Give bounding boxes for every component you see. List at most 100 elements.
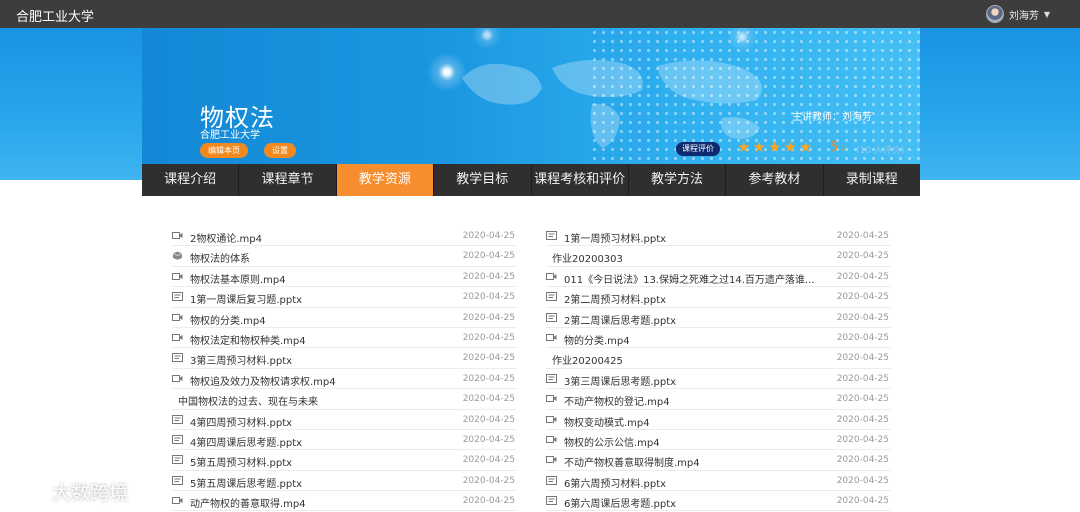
resource-row[interactable]: 4第四周预习材料.pptx 2020-04-25	[172, 410, 517, 430]
video-icon	[546, 394, 557, 403]
video-icon	[172, 272, 183, 281]
video-icon	[546, 333, 557, 342]
resource-row[interactable]: 动产物权的善意取得.mp4 2020-04-25	[172, 491, 517, 512]
user-menu[interactable]: 刘海芳 ▼	[985, 5, 1050, 23]
resource-name-link[interactable]: 2第二周课后思考题.pptx	[564, 312, 834, 327]
video-icon	[172, 374, 183, 383]
resource-name-link[interactable]: 物权的分类.mp4	[190, 312, 460, 327]
nav-tab[interactable]: 教学资源	[336, 164, 435, 196]
course-evaluation-button[interactable]: 课程评价	[676, 142, 720, 156]
resource-row[interactable]: 3第三周预习材料.pptx 2020-04-25	[172, 348, 517, 369]
resource-row[interactable]: 6第六周课后思考题.pptx 2020-04-25	[546, 491, 891, 512]
resource-name-link[interactable]: 5第五周预习材料.pptx	[190, 454, 460, 469]
resource-name-link[interactable]: 2第二周预习材料.pptx	[564, 291, 834, 306]
slides-icon	[172, 434, 183, 444]
resource-date: 2020-04-25	[462, 231, 515, 241]
resource-date: 2020-04-25	[462, 353, 515, 364]
resource-row[interactable]: 不动产物权的登记.mp4 2020-04-25	[546, 389, 891, 410]
resource-name-link[interactable]: 中国物权法的过去、现在与未来	[178, 393, 448, 408]
resource-name-link[interactable]: 物的分类.mp4	[564, 332, 834, 347]
nav-tab[interactable]: 课程考核和评价	[532, 164, 629, 196]
teacher-label: 主讲教师：刘海芳	[792, 112, 872, 123]
resource-name-link[interactable]: 物权法定和物权种类.mp4	[190, 332, 460, 347]
resource-row[interactable]: 2第二周预习材料.pptx 2020-04-25	[546, 287, 891, 308]
resource-name-link[interactable]: 1第一周课后复习题.pptx	[190, 291, 460, 306]
resource-date: 2020-04-25	[462, 271, 515, 282]
school-name[interactable]: 合肥工业大学	[16, 6, 94, 25]
video-icon	[172, 231, 183, 240]
resource-name-link[interactable]: 1第一周预习材料.pptx	[564, 230, 834, 245]
resource-date: 2020-04-25	[836, 475, 889, 486]
resource-row[interactable]: 011《今日说法》13.保姆之死难之过14.百万遗产落谁... 2020-04-2…	[546, 267, 891, 288]
resource-date: 2020-04-25	[836, 292, 889, 303]
watermark: 大数跨境	[8, 478, 128, 505]
resource-date: 2020-04-25	[462, 414, 515, 425]
resource-row[interactable]: 物权变动模式.mp4 2020-04-25	[546, 410, 891, 430]
user-name[interactable]: 刘海芳	[1009, 7, 1039, 22]
resource-row[interactable]: 5第五周预习材料.pptx 2020-04-25	[172, 450, 517, 471]
resource-row[interactable]: 1第一周预习材料.pptx 2020-04-25	[546, 226, 891, 247]
nav-tab[interactable]: 课程介绍	[142, 164, 240, 196]
avatar[interactable]	[985, 5, 1004, 23]
resource-list-left: 2物权通论.mp4 2020-04-25 物权法的体系 2020-04-25 物权法基本…	[172, 226, 517, 512]
nav-tab[interactable]: 课程章节	[239, 164, 337, 196]
resource-row[interactable]: 物的分类.mp4 2020-04-25	[546, 328, 891, 349]
settings-button[interactable]: 设置	[264, 143, 296, 158]
light-flare	[427, 52, 467, 92]
resource-row[interactable]: 作业20200425 2020-04-25	[546, 348, 891, 369]
resource-name-link[interactable]: 作业20200425	[552, 352, 822, 367]
rating-score: 5.0	[830, 140, 845, 155]
nav-tab[interactable]: 教学目标	[434, 164, 532, 196]
resource-row[interactable]: 5第五周课后思考题.pptx 2020-04-25	[172, 471, 517, 492]
resource-row[interactable]: 6第六周预习材料.pptx 2020-04-25	[546, 471, 891, 492]
resource-row[interactable]: 物权的公示公信.mp4 2020-04-25	[546, 430, 891, 451]
nav-tab[interactable]: 教学方法	[629, 164, 727, 196]
resource-name-link[interactable]: 物权追及效力及物权请求权.mp4	[190, 373, 460, 388]
resource-row[interactable]: 1第一周课后复习题.pptx 2020-04-25	[172, 287, 517, 308]
nav-tab[interactable]: 录制课程	[824, 164, 920, 196]
resource-date: 2020-04-25	[462, 251, 515, 262]
resource-row[interactable]: 2物权通论.mp4 2020-04-25	[172, 226, 517, 247]
resource-name-link[interactable]: 6第六周课后思考题.pptx	[564, 495, 834, 510]
resource-name-link[interactable]: 6第六周预习材料.pptx	[564, 475, 834, 490]
video-icon	[546, 415, 557, 424]
star-icon: ★	[767, 138, 782, 156]
resource-row[interactable]: 中国物权法的过去、现在与未来 2020-04-25	[172, 389, 517, 410]
resource-row[interactable]: 3第三周课后思考题.pptx 2020-04-25	[546, 369, 891, 390]
star-icon: ★	[737, 138, 751, 156]
resource-name-link[interactable]: 物权变动模式.mp4	[564, 414, 834, 429]
resource-row[interactable]: 物权的分类.mp4 2020-04-25	[172, 308, 517, 328]
resource-date: 2020-04-25	[836, 394, 889, 405]
resource-name-link[interactable]: 2物权通论.mp4	[190, 230, 460, 245]
resource-name-link[interactable]: 4第四周预习材料.pptx	[190, 414, 460, 429]
resource-name-link[interactable]: 4第四周课后思考题.pptx	[190, 434, 460, 449]
resource-name-link[interactable]: 不动产物权的登记.mp4	[564, 393, 834, 408]
resource-name-link[interactable]: 物权的公示公信.mp4	[564, 434, 834, 449]
resource-name-link[interactable]: 5第五周课后思考题.pptx	[190, 475, 460, 490]
resource-name-link[interactable]: 动产物权的善意取得.mp4	[190, 495, 460, 510]
resource-name-link[interactable]: 011《今日说法》13.保姆之死难之过14.百万遗产落谁...	[564, 271, 834, 286]
resource-name-link[interactable]: 作业20200303	[552, 250, 822, 265]
video-icon	[546, 455, 557, 464]
resource-row[interactable]: 不动产物权善意取得制度.mp4 2020-04-25	[546, 450, 891, 471]
resource-row[interactable]: 作业20200303 2020-04-25	[546, 246, 891, 267]
course-school: 合肥工业大学	[200, 130, 260, 141]
resource-row[interactable]: 物权法基本原则.mp4 2020-04-25	[172, 267, 517, 288]
resource-row[interactable]: 4第四周课后思考题.pptx 2020-04-25	[172, 430, 517, 451]
nav-tab[interactable]: 参考教材	[726, 164, 824, 196]
video-icon	[172, 333, 183, 342]
edit-page-button[interactable]: 编辑本页	[200, 143, 248, 158]
slides-icon	[546, 475, 557, 485]
resource-name-link[interactable]: 3第三周预习材料.pptx	[190, 352, 460, 367]
video-icon	[546, 435, 557, 444]
resource-name-link[interactable]: 物权法基本原则.mp4	[190, 271, 460, 286]
resource-name-link[interactable]: 不动产物权善意取得制度.mp4	[564, 454, 834, 469]
resource-name-link[interactable]: 物权法的体系	[190, 250, 460, 265]
chevron-down-icon[interactable]: ▼	[1044, 10, 1050, 19]
resource-row[interactable]: 物权法定和物权种类.mp4 2020-04-25	[172, 328, 517, 349]
slides-icon	[546, 292, 557, 302]
resource-row[interactable]: 物权法的体系 2020-04-25	[172, 246, 517, 267]
resource-row[interactable]: 2第二周课后思考题.pptx 2020-04-25	[546, 308, 891, 328]
resource-row[interactable]: 物权追及效力及物权请求权.mp4 2020-04-25	[172, 369, 517, 390]
resource-name-link[interactable]: 3第三周课后思考题.pptx	[564, 373, 834, 388]
